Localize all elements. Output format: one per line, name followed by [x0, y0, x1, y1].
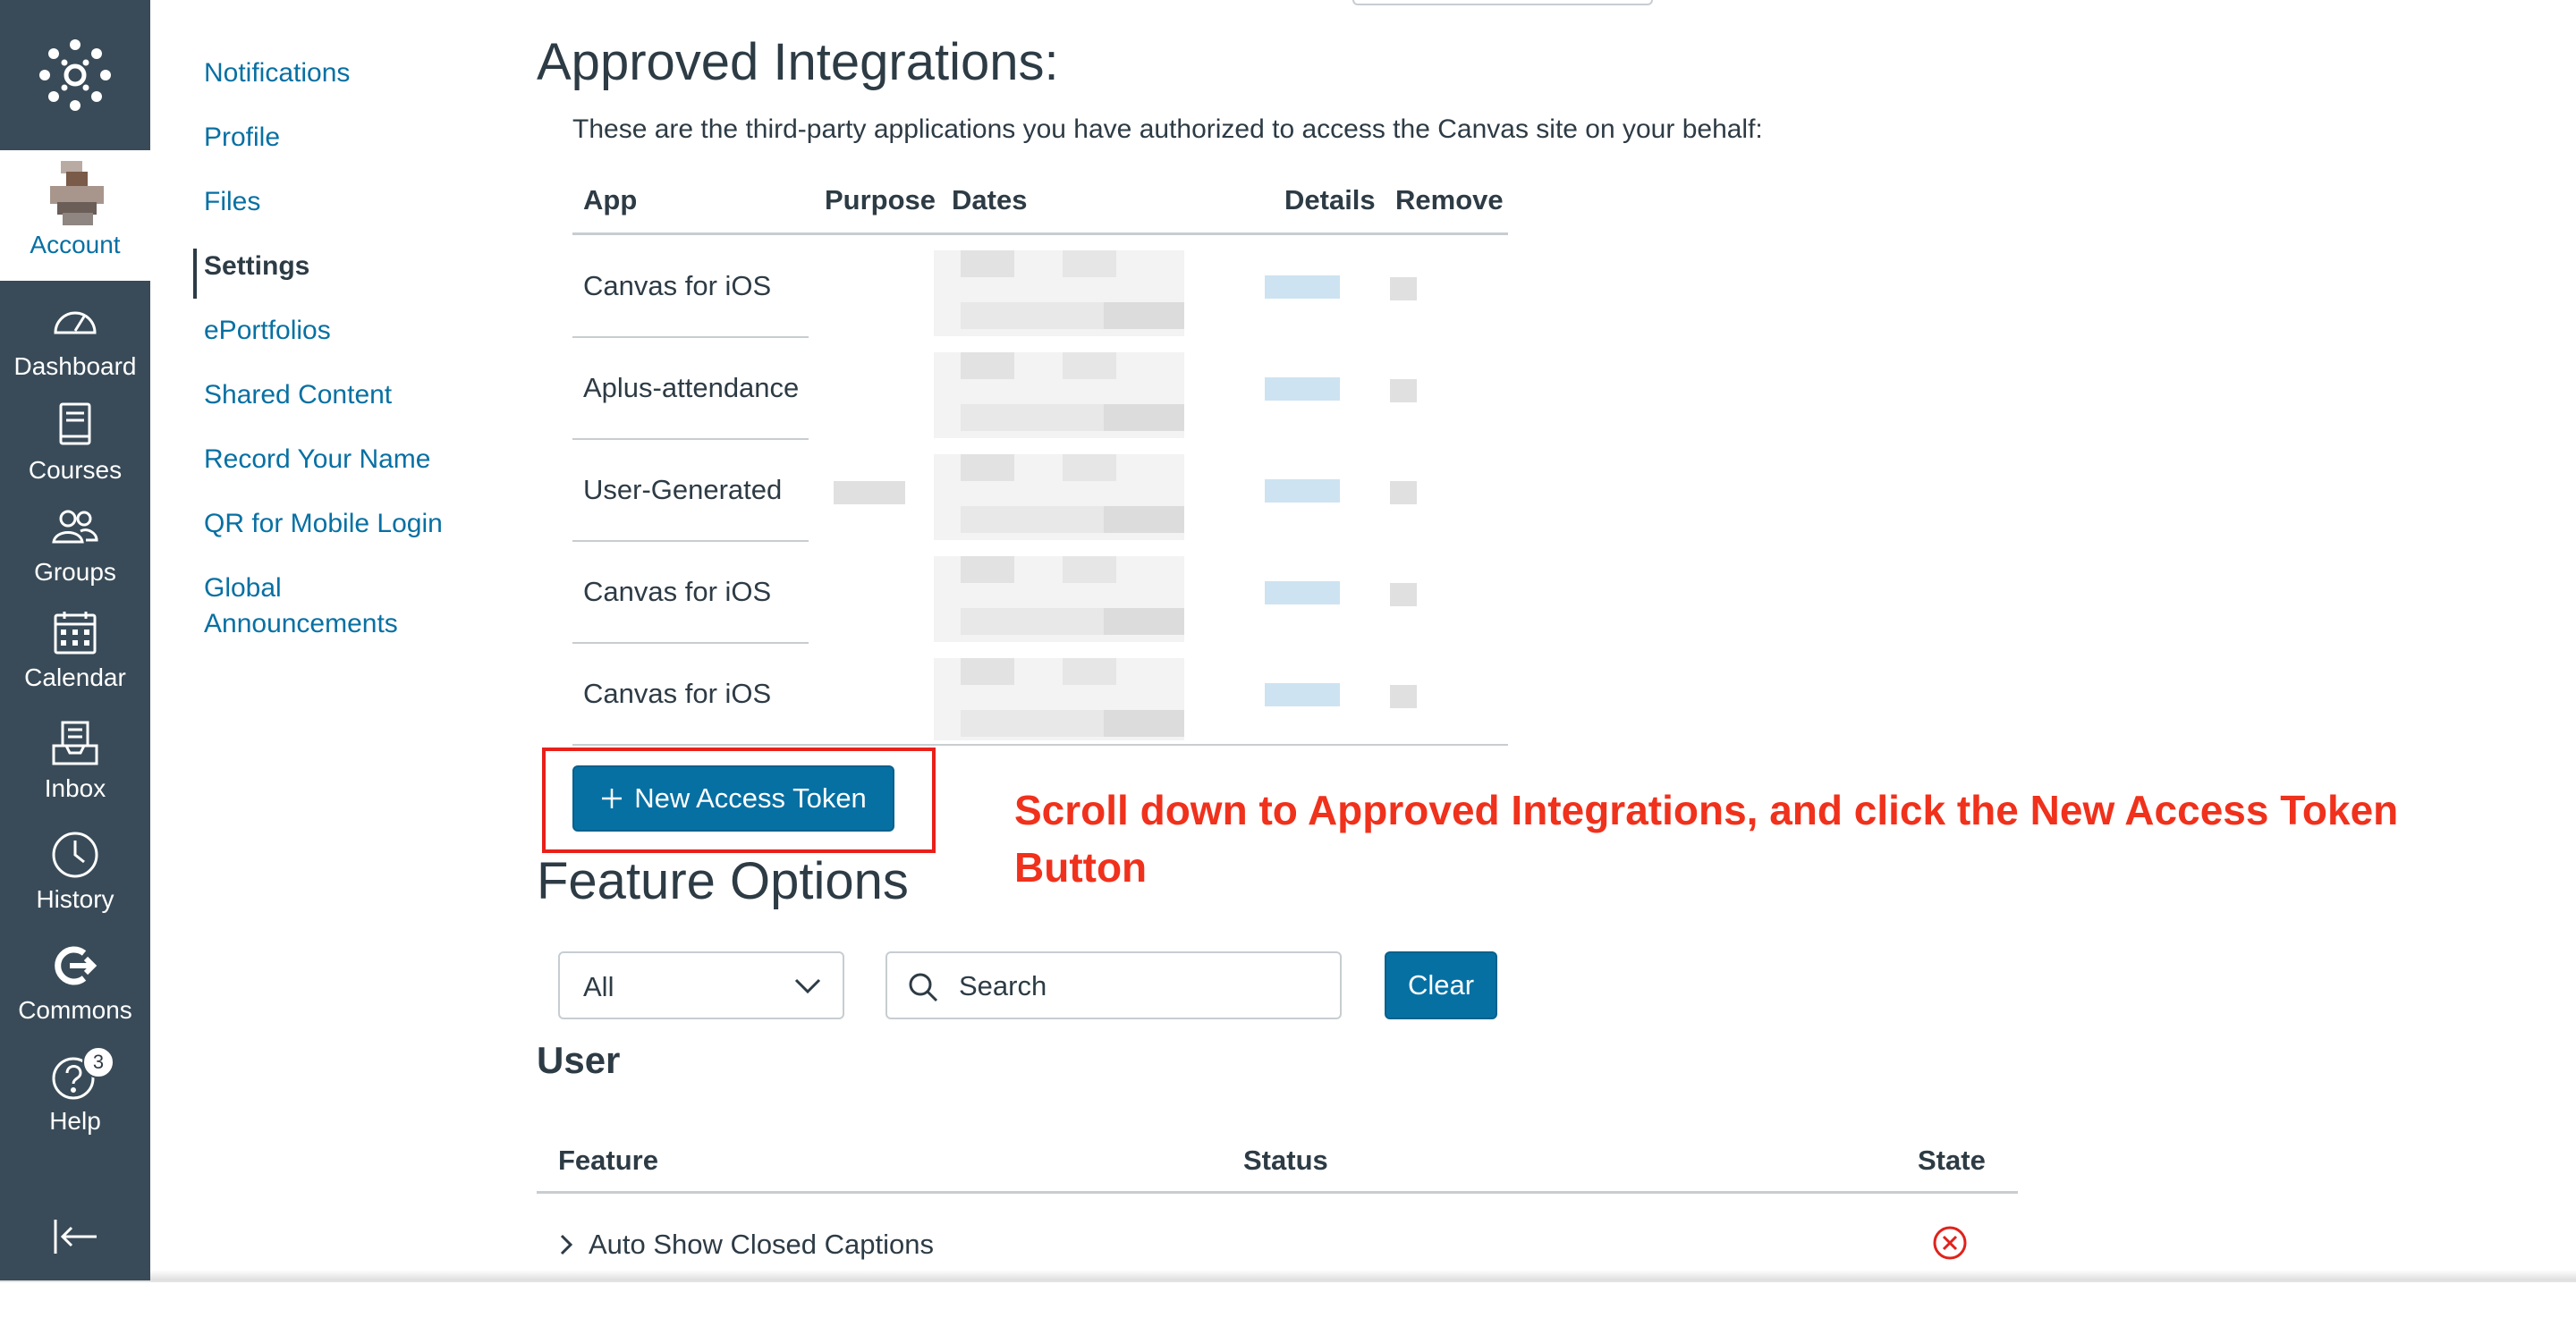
help-badge: 3 [82, 1046, 114, 1078]
plus-icon [602, 789, 623, 808]
nav-label-commons: Commons [18, 996, 132, 1024]
submenu-files[interactable]: Files [204, 184, 260, 220]
new-access-token-button[interactable]: New Access Token [572, 765, 894, 832]
active-indicator [193, 249, 197, 299]
col-status: Status [1243, 1145, 1328, 1176]
integration-app: Canvas for iOS [583, 270, 772, 301]
chevron-right-icon [560, 1234, 573, 1255]
col-feature: Feature [558, 1145, 658, 1176]
window-bottom-edge [0, 1280, 2576, 1318]
col-app: App [583, 184, 638, 215]
row-divider [572, 336, 809, 338]
nav-item-commons[interactable]: Commons [0, 941, 150, 1048]
submenu-notifications[interactable]: Notifications [204, 55, 350, 91]
nav-label-courses: Courses [28, 456, 123, 484]
col-remove: Remove [1395, 184, 1504, 215]
chevron-down-icon [794, 978, 821, 994]
nav-label-help: Help [49, 1107, 101, 1135]
submenu-global-announcements-line1[interactable]: Global [204, 570, 282, 606]
nav-item-groups[interactable]: Groups [0, 503, 150, 610]
nav-label-inbox: Inbox [44, 774, 106, 802]
nav-label-groups: Groups [34, 558, 116, 586]
submenu-eportfolios[interactable]: ePortfolios [204, 313, 331, 349]
feature-search-field[interactable] [886, 951, 1342, 1019]
redacted-row [934, 250, 1417, 336]
clear-button[interactable]: Clear [1385, 951, 1497, 1019]
col-purpose: Purpose [825, 184, 936, 215]
top-field-edge [1352, 0, 1653, 5]
nav-item-history[interactable]: History [0, 830, 150, 937]
search-icon [909, 973, 938, 1002]
approved-integrations-heading: Approved Integrations: [537, 33, 1059, 91]
inbox-icon [52, 721, 98, 765]
new-access-token-label: New Access Token [634, 782, 867, 814]
collapse-nav-icon[interactable] [52, 1214, 100, 1259]
col-state: State [1918, 1145, 1986, 1176]
nav-label-dashboard: Dashboard [13, 352, 137, 380]
feature-options-heading: Feature Options [537, 852, 909, 910]
feature-name: Auto Show Closed Captions [589, 1229, 935, 1260]
submenu-record-your-name[interactable]: Record Your Name [204, 442, 430, 477]
submenu-shared-content[interactable]: Shared Content [204, 377, 392, 413]
integration-app: User-Generated [583, 474, 783, 505]
feature-row[interactable]: Auto Show Closed Captions [558, 1229, 934, 1261]
col-dates: Dates [952, 184, 1028, 215]
disabled-x-icon[interactable] [1932, 1225, 1968, 1261]
table-bottom-rule [572, 744, 1508, 746]
submenu-global-announcements-line2[interactable]: Announcements [204, 606, 398, 642]
calendar-icon [54, 612, 97, 655]
nav-item-inbox[interactable]: Inbox [0, 719, 150, 826]
search-input[interactable] [959, 966, 1317, 1007]
nav-item-dashboard[interactable]: Dashboard [0, 297, 150, 404]
courses-icon [59, 402, 91, 445]
row-divider [572, 540, 809, 542]
instruction-annotation: Scroll down to Approved Integrations, an… [1014, 787, 2399, 891]
integration-app: Canvas for iOS [583, 678, 772, 709]
nav-item-courses[interactable]: Courses [0, 401, 150, 508]
nav-label-account: Account [30, 231, 121, 258]
user-section-heading: User [537, 1039, 621, 1081]
nav-item-calendar[interactable]: Calendar [0, 608, 150, 715]
groups-icon [52, 510, 98, 544]
integrations-intro: These are the third-party applications y… [572, 114, 1763, 144]
features-header-rule [537, 1191, 2018, 1194]
feature-filter-select[interactable]: All [558, 951, 844, 1019]
redacted-integration-details [834, 250, 1417, 740]
nav-item-account[interactable]: Account [0, 150, 150, 281]
submenu-profile[interactable]: Profile [204, 120, 280, 156]
col-details: Details [1284, 184, 1376, 215]
submenu-settings[interactable]: Settings [204, 249, 309, 284]
history-icon [52, 832, 98, 878]
dashboard-icon [54, 311, 97, 334]
feature-filter-value: All [583, 971, 614, 1002]
integration-app: Aplus-attendance [583, 372, 800, 403]
global-navigation: Account Dashboard Courses Groups Calenda… [0, 0, 150, 1280]
nav-label-history: History [36, 885, 114, 913]
integration-app: Canvas for iOS [583, 576, 772, 607]
table-header-rule [572, 232, 1508, 235]
canvas-logo-icon[interactable] [0, 0, 150, 150]
avatar [50, 161, 104, 225]
row-divider [572, 642, 809, 644]
nav-label-calendar: Calendar [24, 663, 126, 691]
submenu-qr-mobile-login[interactable]: QR for Mobile Login [204, 506, 443, 542]
commons-icon [55, 946, 97, 985]
row-divider [572, 438, 809, 440]
nav-item-help[interactable]: 3 Help [0, 1046, 150, 1159]
